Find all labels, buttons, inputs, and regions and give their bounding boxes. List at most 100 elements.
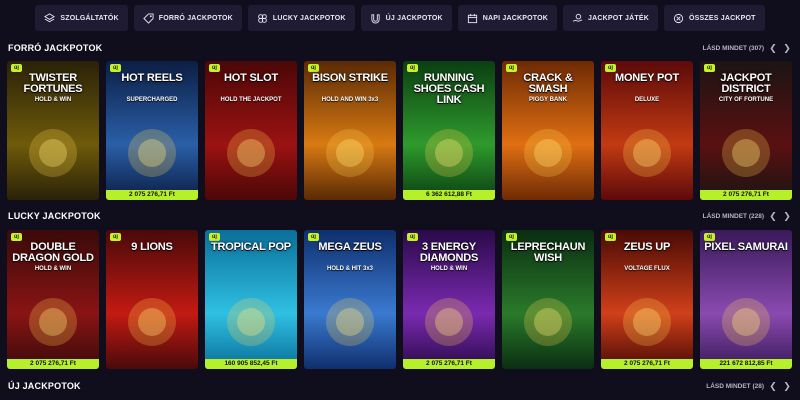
game-art-shape xyxy=(205,109,297,190)
see-all-link[interactable]: LÁSD MINDET (228) xyxy=(703,213,764,220)
game-tile[interactable]: új 3 ENERGY DIAMONDS HOLD & WIN 2 075 276,7… xyxy=(403,230,495,369)
game-tile[interactable]: új MONEY POT DELUXE xyxy=(601,61,693,200)
game-art-shape xyxy=(700,278,792,359)
game-tile[interactable]: új LEPRECHAUN WISH xyxy=(502,230,594,369)
nav-label: SZOLGÁLTATÓK xyxy=(60,14,119,22)
new-badge: új xyxy=(308,64,319,72)
game-title: DOUBLE DRAGON GOLD xyxy=(12,241,94,264)
nav-new-jackpots-button[interactable]: ÚJ JACKPOTOK xyxy=(360,5,452,31)
nav-hot-jackpots-button[interactable]: FORRÓ JACKPOTOK xyxy=(133,5,242,31)
new-badge: új xyxy=(209,233,220,241)
nav-jackpot-game-button[interactable]: JACKPOT JÁTÉK xyxy=(563,5,658,31)
section-controls: LÁSD MINDET (307) ❮ ❯ xyxy=(703,43,792,53)
see-all-link[interactable]: LÁSD MINDET (28) xyxy=(706,383,764,390)
game-tile[interactable]: új 9 LIONS xyxy=(106,230,198,369)
nav-providers-button[interactable]: SZOLGÁLTATÓK xyxy=(35,5,128,31)
jackpot-amount: 2 075 276,71 Ft xyxy=(7,359,99,369)
game-art-shape xyxy=(7,278,99,359)
scroll-right-icon[interactable]: ❯ xyxy=(782,211,792,221)
game-title: JACKPOT DISTRICT xyxy=(720,72,772,95)
new-badge: új xyxy=(506,64,517,72)
category-nav: SZOLGÁLTATÓK FORRÓ JACKPOTOK LUCKY JACKP… xyxy=(0,0,800,36)
section-lucky-jackpots-header: LUCKY JACKPOTOK LÁSD MINDET (228) ❮ ❯ xyxy=(0,208,800,224)
game-subtitle: HOLD & WIN xyxy=(34,266,72,272)
scroll-right-icon[interactable]: ❯ xyxy=(782,381,792,391)
game-art-shape xyxy=(304,278,396,359)
new-badge: új xyxy=(407,64,418,72)
game-art-shape xyxy=(7,109,99,190)
game-title: TROPICAL POP xyxy=(211,241,291,253)
game-title: 9 LIONS xyxy=(131,241,173,253)
jackpot-amount: 2 075 276,71 Ft xyxy=(403,359,495,369)
game-title: CRACK & SMASH xyxy=(523,72,573,95)
scroll-left-icon[interactable]: ❮ xyxy=(768,43,778,53)
game-tile[interactable]: új DOUBLE DRAGON GOLD HOLD & WIN 2 075 276,… xyxy=(7,230,99,369)
nav-label: LUCKY JACKPOTOK xyxy=(272,14,346,22)
game-art-shape xyxy=(502,278,594,359)
hand-coin-icon xyxy=(572,13,583,24)
game-art-shape xyxy=(106,278,198,359)
section-title: LUCKY JACKPOTOK xyxy=(8,211,101,221)
game-tile[interactable]: új TROPICAL POP 160 905 852,45 Ft xyxy=(205,230,297,369)
jackpot-amount: 2 075 276,71 Ft xyxy=(106,190,198,200)
chip-icon xyxy=(673,13,684,24)
game-art-shape xyxy=(700,109,792,190)
game-subtitle: SUPERCHARGED xyxy=(126,97,178,103)
nav-all-jackpots-button[interactable]: ÖSSZES JACKPOT xyxy=(663,5,765,31)
nav-daily-jackpots-button[interactable]: NAPI JACKPOTOK xyxy=(457,5,558,31)
nav-label: ÖSSZES JACKPOT xyxy=(688,14,756,22)
game-art-shape xyxy=(601,109,693,190)
new-badge: új xyxy=(209,64,220,72)
scroll-right-icon[interactable]: ❯ xyxy=(782,43,792,53)
game-tile[interactable]: új TWISTER FORTUNES HOLD & WIN xyxy=(7,61,99,200)
game-tile[interactable]: új HOT SLOT HOLD THE JACKPOT xyxy=(205,61,297,200)
game-art-shape xyxy=(601,278,693,359)
game-title: BISON STRIKE xyxy=(312,72,388,84)
game-subtitle: HOLD AND WIN 3x3 xyxy=(321,97,379,103)
new-badge: új xyxy=(605,233,616,241)
game-title: MEGA ZEUS xyxy=(318,241,382,253)
game-art-shape xyxy=(304,109,396,190)
game-subtitle: DELUXE xyxy=(634,97,660,103)
game-art-shape xyxy=(403,278,495,359)
new-badge: új xyxy=(110,64,121,72)
game-tile[interactable]: új JACKPOT DISTRICT CITY OF FORTUNE 2 075 2… xyxy=(700,61,792,200)
lucky-jackpots-row: új DOUBLE DRAGON GOLD HOLD & WIN 2 075 276,… xyxy=(7,230,793,369)
section-hot-jackpots-header: FORRÓ JACKPOTOK LÁSD MINDET (307) ❮ ❯ xyxy=(0,40,800,56)
game-tile[interactable]: új ZEUS UP VOLTAGE FLUX 2 075 276,71 Ft xyxy=(601,230,693,369)
game-tile[interactable]: új PIXEL SAMURAI 221 672 812,85 Ft xyxy=(700,230,792,369)
game-title: 3 ENERGY DIAMONDS xyxy=(419,241,479,264)
scroll-left-icon[interactable]: ❮ xyxy=(768,211,778,221)
nav-label: NAPI JACKPOTOK xyxy=(482,14,549,22)
new-badge: új xyxy=(605,64,616,72)
game-subtitle: VOLTAGE FLUX xyxy=(624,266,670,272)
section-new-jackpots-header: ÚJ JACKPOTOK LÁSD MINDET (28) ❮ ❯ xyxy=(0,378,800,394)
game-title: MONEY POT xyxy=(614,72,679,84)
game-art-shape xyxy=(106,109,198,190)
new-badge: új xyxy=(11,233,22,241)
new-badge: új xyxy=(407,233,418,241)
game-tile[interactable]: új HOT REELS SUPERCHARGED 2 075 276,71 Ft xyxy=(106,61,198,200)
game-tile[interactable]: új RUNNING SHOES CASH LINK 6 362 612,88 Ft xyxy=(403,61,495,200)
game-tile[interactable]: új BISON STRIKE HOLD AND WIN 3x3 xyxy=(304,61,396,200)
game-art-shape xyxy=(205,278,297,359)
new-badge: új xyxy=(506,233,517,241)
game-title: LEPRECHAUN WISH xyxy=(510,241,586,264)
section-title: ÚJ JACKPOTOK xyxy=(8,381,81,391)
jackpot-amount: 2 075 276,71 Ft xyxy=(601,359,693,369)
calendar-icon xyxy=(467,13,478,24)
game-subtitle: HOLD THE JACKPOT xyxy=(220,97,282,103)
game-subtitle: PIGGY BANK xyxy=(529,97,567,103)
game-tile[interactable]: új MEGA ZEUS HOLD & HIT 3x3 xyxy=(304,230,396,369)
hot-jackpots-row: új TWISTER FORTUNES HOLD & WIN új HOT REELS S… xyxy=(7,61,793,200)
scroll-left-icon[interactable]: ❮ xyxy=(768,381,778,391)
fire-tag-icon xyxy=(143,12,154,24)
nav-lucky-jackpots-button[interactable]: LUCKY JACKPOTOK xyxy=(247,5,355,31)
see-all-link[interactable]: LÁSD MINDET (307) xyxy=(703,45,764,52)
new-badge: új xyxy=(11,64,22,72)
game-subtitle: HOLD & HIT 3x3 xyxy=(326,266,373,272)
game-tile[interactable]: új CRACK & SMASH PIGGY BANK xyxy=(502,61,594,200)
jackpot-amount: 6 362 612,88 Ft xyxy=(403,190,495,200)
jackpot-amount: 221 672 812,85 Ft xyxy=(700,359,792,369)
game-title: ZEUS UP xyxy=(623,241,671,253)
